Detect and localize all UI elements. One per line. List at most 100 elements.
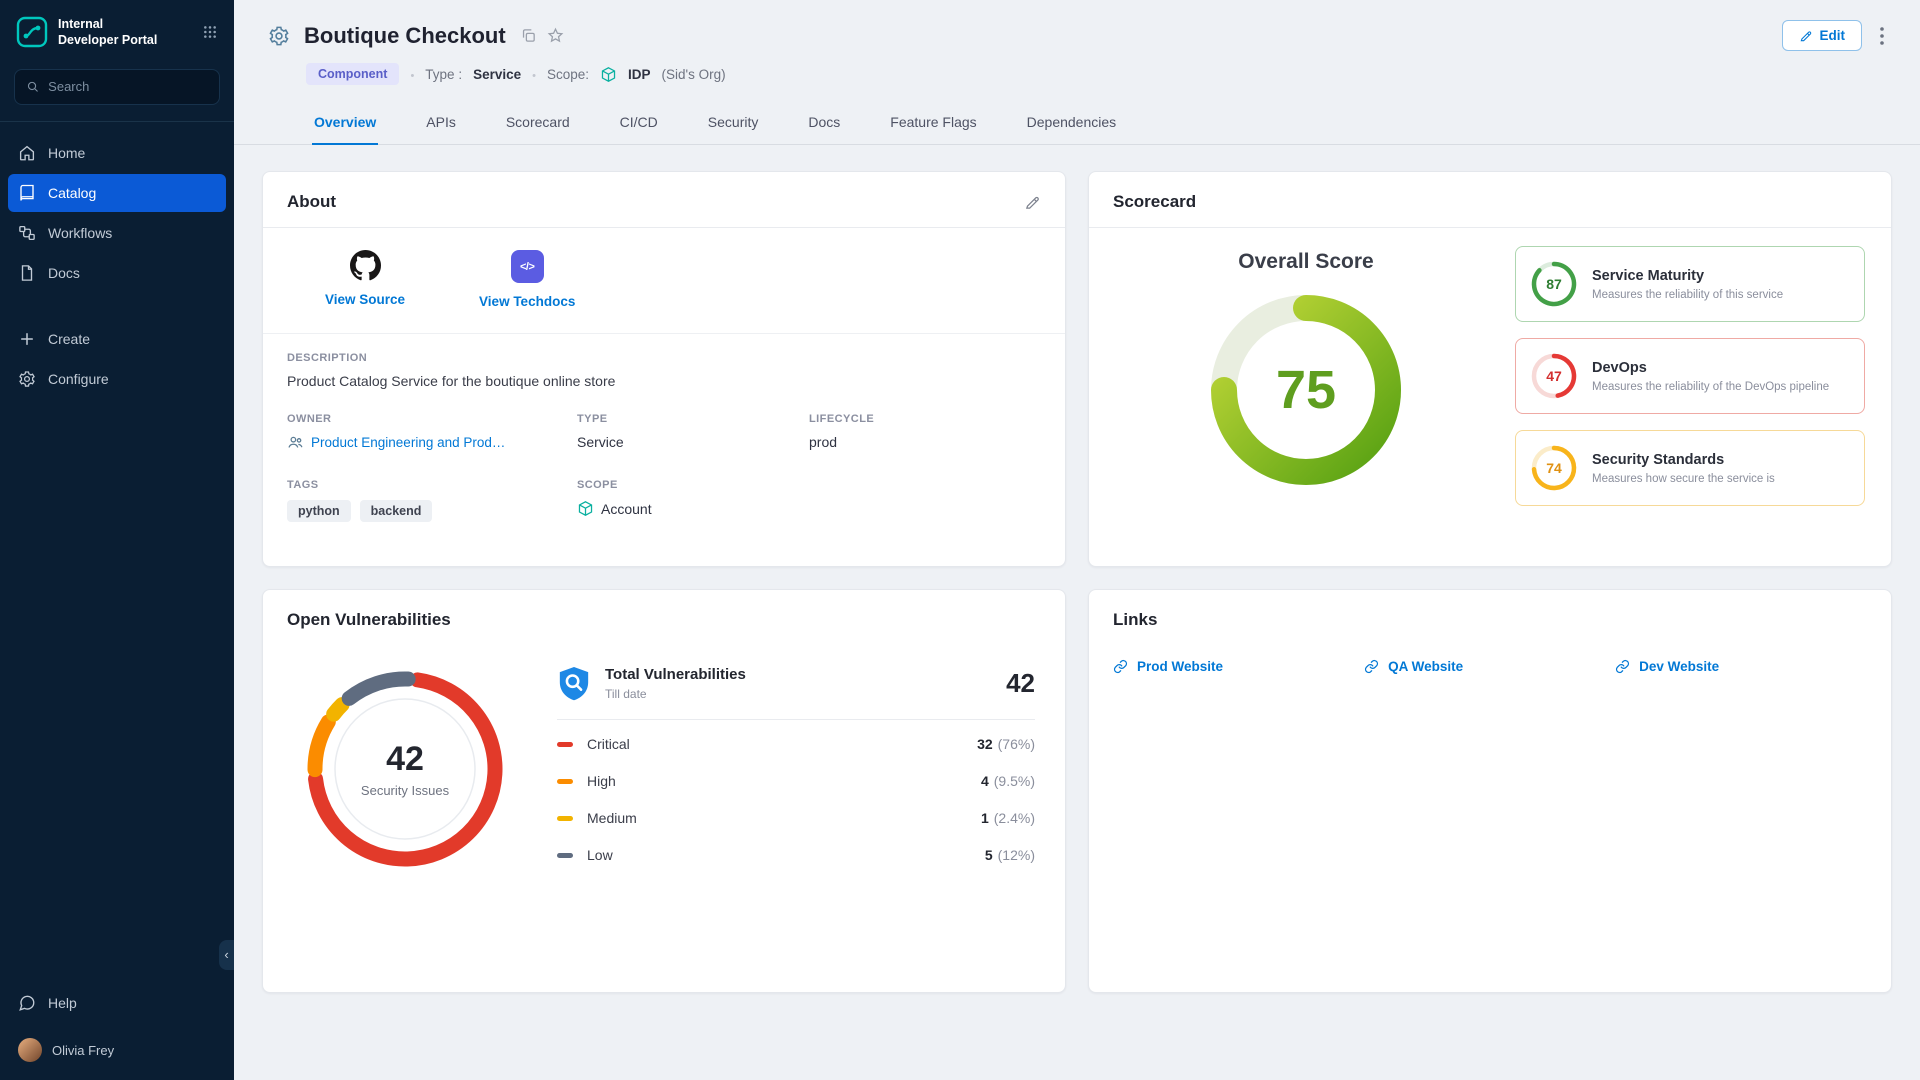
vulnerabilities-donut: 42 Security Issues bbox=[299, 663, 511, 875]
lifecycle-label: LIFECYCLE bbox=[809, 413, 1041, 425]
score-desc: Measures the reliability of the DevOps p… bbox=[1592, 381, 1829, 393]
divider bbox=[557, 719, 1035, 720]
sidebar-item-workflows[interactable]: Workflows bbox=[8, 214, 226, 252]
description-value: Product Catalog Service for the boutique… bbox=[287, 373, 1041, 389]
apps-grid-icon[interactable] bbox=[200, 22, 220, 42]
search-input[interactable] bbox=[48, 79, 208, 94]
scope-field: SCOPE Account bbox=[577, 479, 809, 522]
sidebar-item-configure[interactable]: Configure bbox=[8, 360, 226, 398]
link-label: Prod Website bbox=[1137, 659, 1223, 674]
sidebar-item-label: Catalog bbox=[48, 185, 96, 201]
github-icon bbox=[350, 250, 381, 281]
sidebar-spacer bbox=[0, 400, 234, 983]
vuln-row-label: Medium bbox=[587, 810, 637, 826]
owner-link[interactable]: Product Engineering and Product... bbox=[287, 434, 512, 451]
sidebar-item-docs[interactable]: Docs bbox=[8, 254, 226, 292]
sidebar-item-label: Configure bbox=[48, 371, 109, 387]
sidebar-item-label: Home bbox=[48, 145, 85, 161]
entity-meta-row: Component Type : Service Scope: IDP (Sid… bbox=[306, 63, 1892, 85]
lifecycle-value: prod bbox=[809, 434, 1041, 450]
description-label: DESCRIPTION bbox=[287, 352, 1041, 364]
vulnerabilities-title: Open Vulnerabilities bbox=[287, 610, 451, 630]
vuln-row-pct: (76%) bbox=[998, 736, 1035, 752]
medium-dash-icon bbox=[557, 816, 573, 821]
about-title: About bbox=[287, 192, 336, 212]
sidebar-item-home[interactable]: Home bbox=[8, 134, 226, 172]
sidebar-item-label: Docs bbox=[48, 265, 80, 281]
vuln-row-count: 4 bbox=[981, 773, 989, 789]
owner-value: Product Engineering and Product... bbox=[311, 435, 512, 450]
user-name: Olivia Frey bbox=[52, 1043, 114, 1058]
tab-cicd[interactable]: CI/CD bbox=[618, 101, 660, 145]
about-resources: View Source </> View Techdocs bbox=[263, 228, 1065, 334]
sidebar: Internal Developer Portal Home Catalog W… bbox=[0, 0, 234, 1080]
vuln-center-label: Security Issues bbox=[361, 783, 449, 798]
tab-security[interactable]: Security bbox=[706, 101, 761, 145]
sidebar-nav: Home Catalog Workflows Docs Create Confi… bbox=[0, 132, 234, 400]
about-card: About View Source </> View Techdocs DESC… bbox=[262, 171, 1066, 567]
view-source-label: View Source bbox=[325, 292, 405, 307]
component-badge: Component bbox=[306, 63, 399, 85]
workflows-icon bbox=[18, 224, 36, 242]
tab-apis[interactable]: APIs bbox=[424, 101, 458, 145]
score-value: 87 bbox=[1530, 260, 1578, 308]
vuln-row-label: Critical bbox=[587, 736, 630, 752]
score-card-service-maturity: 87 Service Maturity Measures the reliabi… bbox=[1515, 246, 1865, 322]
link-label: QA Website bbox=[1388, 659, 1463, 674]
tab-docs[interactable]: Docs bbox=[806, 101, 842, 145]
sidebar-item-catalog[interactable]: Catalog bbox=[8, 174, 226, 212]
tab-overview[interactable]: Overview bbox=[312, 101, 378, 145]
account-scope-icon bbox=[577, 500, 594, 517]
tab-bar: Overview APIs Scorecard CI/CD Security D… bbox=[234, 101, 1920, 145]
links-title: Links bbox=[1113, 610, 1157, 630]
tab-feature-flags[interactable]: Feature Flags bbox=[888, 101, 978, 145]
lifecycle-field: LIFECYCLE prod bbox=[809, 413, 1041, 451]
main-area: Boutique Checkout Edit Component Type : … bbox=[234, 0, 1920, 1080]
gear-icon bbox=[18, 370, 36, 388]
dot-separator bbox=[410, 67, 414, 82]
view-techdocs-link[interactable]: </> View Techdocs bbox=[479, 250, 575, 309]
vuln-row-pct: (12%) bbox=[998, 847, 1035, 863]
about-edit-pencil-icon[interactable] bbox=[1024, 194, 1041, 211]
dev-website-link[interactable]: Dev Website bbox=[1615, 659, 1866, 674]
scorecard-card: Scorecard Overall Score 75 87 bbox=[1088, 171, 1892, 567]
sidebar-divider bbox=[0, 121, 234, 122]
score-title: Service Maturity bbox=[1592, 268, 1783, 284]
dot-separator bbox=[532, 67, 536, 82]
link-label: Dev Website bbox=[1639, 659, 1719, 674]
sidebar-item-create[interactable]: Create bbox=[8, 320, 226, 358]
vuln-row-medium: Medium 1 (2.4%) bbox=[557, 800, 1035, 837]
copy-icon[interactable] bbox=[520, 27, 537, 44]
component-gear-icon bbox=[268, 25, 290, 47]
scorecard-title: Scorecard bbox=[1113, 192, 1196, 212]
owner-label: OWNER bbox=[287, 413, 577, 425]
scope-value: IDP bbox=[628, 67, 651, 82]
score-title: DevOps bbox=[1592, 360, 1829, 376]
total-vulnerabilities-title: Total Vulnerabilities bbox=[605, 666, 746, 683]
user-menu[interactable]: Olivia Frey bbox=[0, 1024, 234, 1080]
edit-button[interactable]: Edit bbox=[1782, 20, 1863, 51]
sidebar-item-help[interactable]: Help bbox=[8, 984, 226, 1022]
qa-website-link[interactable]: QA Website bbox=[1364, 659, 1615, 674]
type-value: Service bbox=[473, 67, 521, 82]
tab-dependencies[interactable]: Dependencies bbox=[1025, 101, 1119, 145]
tag-pill: python bbox=[287, 500, 351, 522]
vuln-row-count: 5 bbox=[985, 847, 993, 863]
scope-field-value: Account bbox=[601, 501, 652, 517]
score-value: 47 bbox=[1530, 352, 1578, 400]
tab-scorecard[interactable]: Scorecard bbox=[504, 101, 572, 145]
search-icon bbox=[26, 79, 39, 94]
score-card-security-standards: 74 Security Standards Measures how secur… bbox=[1515, 430, 1865, 506]
total-vulnerabilities-row: Total Vulnerabilities Till date 42 bbox=[557, 665, 1035, 703]
sidebar-search[interactable] bbox=[14, 69, 220, 105]
star-icon[interactable] bbox=[547, 27, 564, 44]
low-dash-icon bbox=[557, 853, 573, 858]
vuln-row-count: 32 bbox=[977, 736, 993, 752]
score-donut: 87 bbox=[1530, 260, 1578, 308]
prod-website-link[interactable]: Prod Website bbox=[1113, 659, 1364, 674]
view-source-link[interactable]: View Source bbox=[325, 250, 405, 309]
vuln-row-low: Low 5 (12%) bbox=[557, 837, 1035, 874]
kebab-menu-icon[interactable] bbox=[1872, 25, 1892, 47]
edit-button-label: Edit bbox=[1820, 28, 1846, 43]
sidebar-collapse-handle[interactable] bbox=[219, 940, 234, 970]
